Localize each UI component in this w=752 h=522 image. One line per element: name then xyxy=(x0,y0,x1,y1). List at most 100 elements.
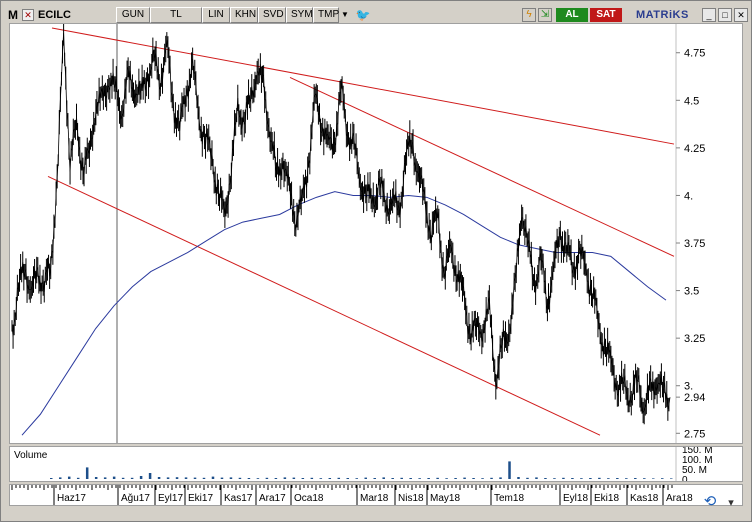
volume-bar xyxy=(157,477,161,479)
y-tick-label: 4.25 xyxy=(684,143,705,155)
date-tick-label: Ara17 xyxy=(259,493,286,504)
sym-button[interactable]: SYM xyxy=(286,7,313,23)
date-tick-label: Eki17 xyxy=(188,493,213,504)
volume-bar xyxy=(274,478,278,479)
volume-bar xyxy=(544,478,547,479)
y-tick-label: 3.5 xyxy=(684,286,699,298)
volume-bar xyxy=(490,477,493,479)
volume-bar xyxy=(643,478,646,479)
refresh-icon[interactable]: ⟲ xyxy=(700,492,720,512)
date-tick-label: Tem18 xyxy=(494,493,524,504)
volume-bar xyxy=(454,478,457,479)
khn-button[interactable]: KHN xyxy=(230,7,258,23)
date-tick-label: Kas18 xyxy=(630,493,659,504)
volume-bar xyxy=(463,477,466,479)
volume-bar xyxy=(481,478,484,479)
brand-logo: MATRiKS xyxy=(636,9,689,21)
volume-bar xyxy=(625,478,628,479)
volume-bar xyxy=(202,477,206,479)
volume-bar xyxy=(103,477,107,479)
scale-button[interactable]: LIN xyxy=(202,7,230,23)
volume-bar xyxy=(301,478,305,479)
svd-button[interactable]: SVD xyxy=(258,7,286,23)
price-chart-panel[interactable]: 4.75 4.5 4.25 4. 3.75 3.5 3.25 3. 2.94 2.75 xyxy=(9,20,743,444)
volume-bar xyxy=(67,476,71,479)
dropdown-arrow-icon[interactable]: ▼ xyxy=(339,7,351,23)
date-tick-label: Ara18 xyxy=(666,493,693,504)
volume-bar xyxy=(508,461,511,479)
restore-icon[interactable]: □ xyxy=(718,8,732,22)
volume-bar xyxy=(535,477,538,479)
date-tick-label: Nis18 xyxy=(398,493,424,504)
buy-button[interactable]: AL xyxy=(556,8,588,22)
price-series xyxy=(11,20,671,425)
volume-bar xyxy=(184,477,188,479)
volume-bar xyxy=(427,478,430,479)
volume-bar xyxy=(211,476,215,479)
volume-bar xyxy=(130,477,134,479)
date-axis-svg: Haz17 Ağu17 Eyl17 Eki17 Kas17 Ara17 Oca18 Mar18… xyxy=(11,485,693,505)
volume-bar xyxy=(112,476,116,479)
volume-bar xyxy=(58,477,62,479)
volume-bar xyxy=(319,478,323,479)
volume-bar xyxy=(409,478,412,479)
volume-bar xyxy=(247,478,251,479)
y-tick-label: 3. xyxy=(684,381,693,393)
export-icon[interactable]: ⇲ xyxy=(538,8,552,22)
volume-bar xyxy=(292,477,296,479)
volume-panel[interactable]: 150. M 100. M 50. M0 Volume xyxy=(9,445,743,486)
date-tick-label: Eyl17 xyxy=(158,493,183,504)
volume-bar xyxy=(445,478,448,479)
app-logo: M xyxy=(8,8,18,22)
volume-bar xyxy=(346,478,350,479)
date-tick-label: Eki18 xyxy=(594,493,619,504)
tmp-button[interactable]: TMP xyxy=(313,7,339,23)
close-window-icon[interactable]: ✕ xyxy=(734,8,748,22)
lower-trendline xyxy=(47,175,601,436)
volume-tick-label: 0 xyxy=(682,475,688,481)
volume-bar xyxy=(364,477,367,479)
volume-bar xyxy=(193,477,197,479)
volume-bar xyxy=(85,467,89,479)
settings-icon[interactable]: ▾ xyxy=(724,496,738,510)
volume-bar xyxy=(310,477,314,479)
chart-toolbar: M ✕ ECILC GUN TL LIN KHN SVD SYM TMP ▼ 🐦… xyxy=(2,6,748,24)
date-tick-label: Kas17 xyxy=(224,493,253,504)
volume-bar xyxy=(50,478,53,479)
date-axis: Haz17 Ağu17 Eyl17 Eki17 Kas17 Ara17 Oca18 Mar18… xyxy=(9,484,743,506)
volume-bar xyxy=(472,478,475,479)
volume-bar xyxy=(148,473,152,479)
volume-bar xyxy=(229,477,233,479)
volume-bar xyxy=(517,477,520,479)
moving-average-line xyxy=(21,191,667,436)
volume-bar xyxy=(355,478,359,479)
currency-button[interactable]: TL xyxy=(150,7,202,23)
volume-bar xyxy=(121,477,125,479)
period-button[interactable]: GUN xyxy=(116,7,150,23)
volume-bar xyxy=(562,477,565,479)
volume-bar xyxy=(175,477,179,479)
volume-bar xyxy=(337,477,341,479)
y-tick-label: 2.75 xyxy=(684,428,705,440)
volume-bar xyxy=(220,477,224,479)
y-tick-label: 2.94 xyxy=(684,392,705,404)
y-tick-label: 3.25 xyxy=(684,333,705,345)
y-tick-label: 4.75 xyxy=(684,48,705,60)
volume-bar xyxy=(94,477,98,479)
volume-bar xyxy=(571,478,574,479)
volume-bar xyxy=(328,478,332,479)
twitter-bird-icon[interactable]: 🐦 xyxy=(355,7,371,23)
date-tick-label: Haz17 xyxy=(57,493,86,504)
close-icon[interactable]: ✕ xyxy=(22,9,34,21)
symbol-field[interactable]: ECILC xyxy=(38,7,116,23)
volume-bar xyxy=(589,478,592,479)
volume-bar xyxy=(616,478,619,479)
price-chart[interactable]: 4.75 4.5 4.25 4. 3.75 3.5 3.25 3.2.94 2.75 xyxy=(10,20,742,443)
volume-bar xyxy=(76,477,80,479)
lightning-icon[interactable]: ϟ xyxy=(522,8,536,22)
volume-bar xyxy=(580,478,583,479)
minimize-icon[interactable]: _ xyxy=(702,8,716,22)
volume-bar xyxy=(499,477,502,479)
sell-button[interactable]: SAT xyxy=(590,8,622,22)
volume-bar xyxy=(436,477,439,479)
